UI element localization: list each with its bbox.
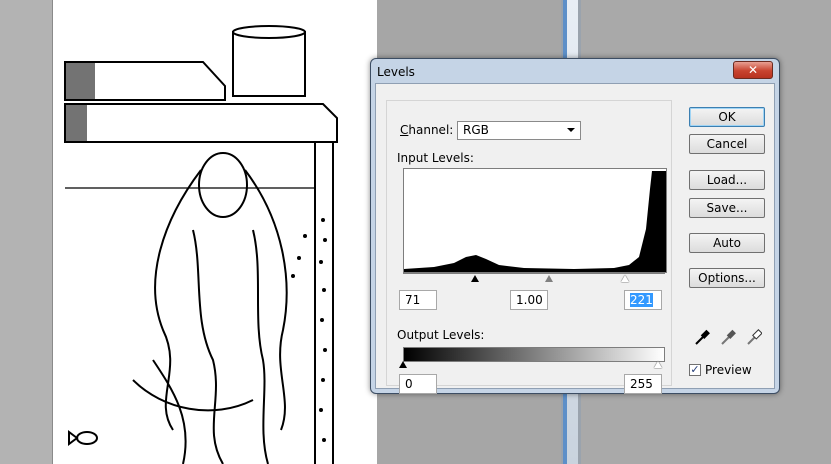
input-black-field[interactable]: 71 [399,290,437,310]
preview-label: Preview [705,363,752,377]
output-levels-label: Output Levels: [397,328,485,342]
channel-label-rest: hannel: [408,123,454,137]
options-button[interactable]: Options... [689,268,765,288]
input-gamma-field[interactable]: 1.00 [510,290,548,310]
histogram [403,168,667,273]
load-button[interactable]: Load... [689,170,765,190]
levels-dialog: Levels ✕ Channel: RGB Input Levels: 71 1… [370,58,780,394]
histogram-graph [404,171,666,272]
save-button[interactable]: Save... [689,198,765,218]
channel-value: RGB [463,123,489,137]
mermaid-illustration [64,25,338,464]
workspace-left [0,0,52,464]
ok-button[interactable]: OK [689,107,765,127]
close-button[interactable]: ✕ [733,61,773,79]
black-eyedropper-icon[interactable] [694,328,710,346]
channel-select[interactable]: RGB [457,121,581,140]
output-black-field[interactable]: 0 [399,374,437,394]
dialog-title: Levels [377,65,415,79]
dialog-client: Channel: RGB Input Levels: 71 1.00 221 O… [375,83,775,394]
auto-button[interactable]: Auto [689,233,765,253]
gray-eyedropper-icon[interactable] [720,328,736,346]
document-canvas[interactable] [52,0,378,464]
checkmark-icon: ✓ [690,363,700,376]
input-levels-label: Input Levels: [397,151,474,165]
white-eyedropper-icon[interactable] [746,328,762,346]
output-white-slider[interactable] [654,361,662,368]
channel-label: Channel: [400,123,454,137]
input-white-value: 221 [630,293,653,307]
chevron-down-icon [567,128,575,132]
output-white-field[interactable]: 255 [624,374,662,394]
output-black-slider[interactable] [399,361,407,368]
input-white-slider[interactable] [621,275,629,282]
cancel-button[interactable]: Cancel [689,134,765,154]
input-white-field[interactable]: 221 [624,290,662,310]
input-gamma-slider[interactable] [545,275,553,282]
close-icon: ✕ [747,63,759,77]
input-black-slider[interactable] [471,275,479,282]
output-gradient [403,347,665,362]
preview-checkbox[interactable]: ✓ [689,364,701,376]
input-slider-track[interactable] [403,273,665,274]
